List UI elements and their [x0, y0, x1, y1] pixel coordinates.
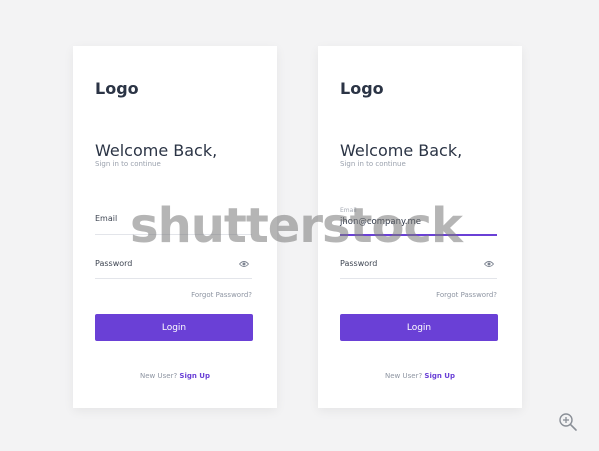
forgot-password-link[interactable]: Forgot Password?	[191, 291, 252, 299]
signup-prompt: New User? Sign Up	[73, 372, 277, 380]
zoom-in-icon[interactable]	[558, 412, 578, 432]
password-field[interactable]: Password	[95, 259, 132, 268]
welcome-subtitle: Sign in to continue	[95, 160, 161, 168]
password-underline	[95, 278, 252, 279]
login-button[interactable]: Login	[340, 314, 498, 341]
logo: Logo	[340, 79, 384, 98]
welcome-title: Welcome Back,	[340, 141, 463, 160]
password-field[interactable]: Password	[340, 259, 377, 268]
password-underline	[340, 278, 497, 279]
email-field[interactable]: Email	[95, 214, 117, 223]
sign-up-link[interactable]: Sign Up	[179, 372, 210, 380]
new-user-text: New User?	[140, 372, 178, 380]
new-user-text: New User?	[385, 372, 423, 380]
watermark: shutterstock	[130, 198, 463, 254]
signup-prompt: New User? Sign Up	[318, 372, 522, 380]
login-button[interactable]: Login	[95, 314, 253, 341]
sign-up-link[interactable]: Sign Up	[424, 372, 455, 380]
eye-icon[interactable]	[484, 260, 494, 268]
forgot-password-link[interactable]: Forgot Password?	[436, 291, 497, 299]
welcome-title: Welcome Back,	[95, 141, 218, 160]
welcome-subtitle: Sign in to continue	[340, 160, 406, 168]
eye-icon[interactable]	[239, 260, 249, 268]
logo: Logo	[95, 79, 139, 98]
